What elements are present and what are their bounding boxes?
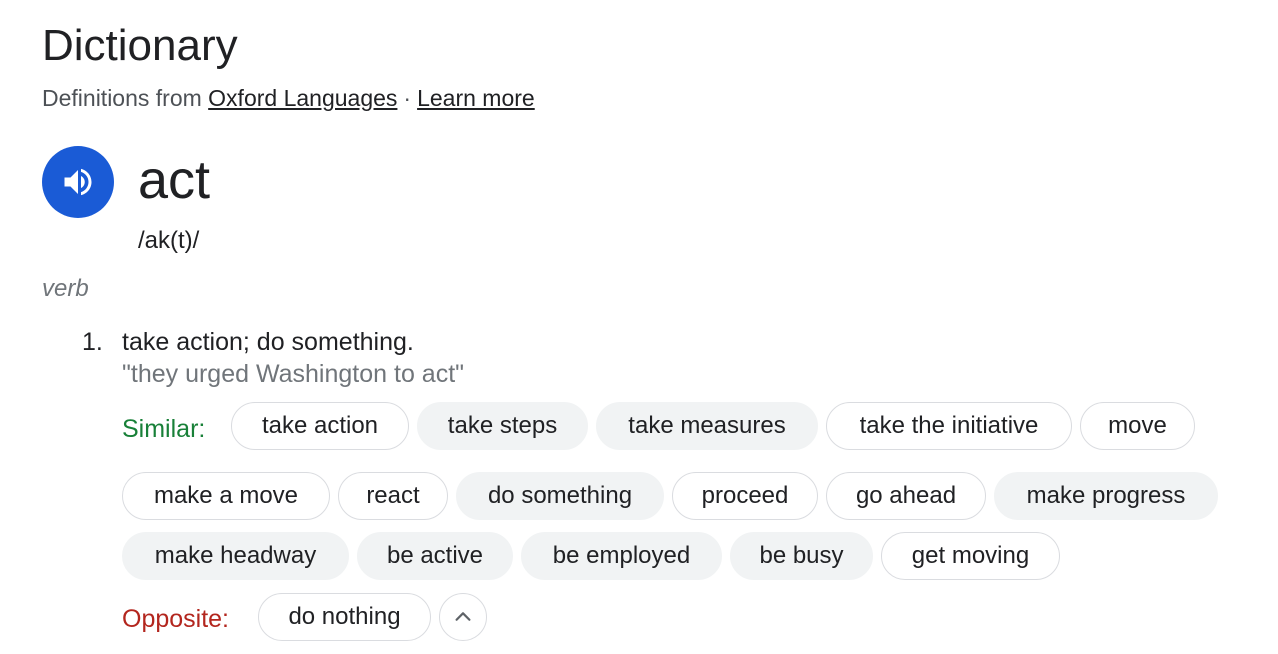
similar-chip[interactable]: react [338, 472, 448, 520]
sense-number: 1. [82, 328, 103, 356]
similar-chip[interactable]: take steps [417, 402, 588, 450]
opposite-label: Opposite: [122, 605, 230, 633]
similar-label: Similar: [122, 415, 206, 443]
similar-chip[interactable]: get moving [881, 532, 1060, 580]
similar-chip[interactable]: be employed [521, 532, 722, 580]
similar-chip[interactable]: take measures [596, 402, 818, 450]
similar-chip[interactable]: make progress [994, 472, 1218, 520]
pronounce-button[interactable] [42, 146, 114, 218]
similar-chip[interactable]: make headway [122, 532, 349, 580]
headword: act [138, 150, 211, 210]
collapse-button[interactable] [439, 593, 487, 641]
similar-chip[interactable]: go ahead [826, 472, 986, 520]
similar-chip[interactable]: take the initiative [826, 402, 1072, 450]
similar-chip[interactable]: take action [231, 402, 409, 450]
source-line: Definitions from Oxford Languages · Learn … [42, 84, 535, 112]
similar-chip[interactable]: be active [357, 532, 513, 580]
part-of-speech: verb [42, 275, 89, 302]
source-prefix: Definitions from [42, 85, 202, 111]
speaker-icon [64, 168, 92, 196]
similar-chip[interactable]: move [1080, 402, 1195, 450]
learn-more-link[interactable]: Learn more [417, 85, 535, 111]
sense-example: "they urged Washington to act" [122, 360, 465, 388]
similar-chip[interactable]: be busy [730, 532, 873, 580]
sense-definition: take action; do something. [122, 328, 414, 356]
phonetic: /ak(t)/ [138, 227, 200, 254]
oxford-languages-link[interactable]: Oxford Languages [208, 85, 397, 111]
similar-chip[interactable]: make a move [122, 472, 330, 520]
opposite-chip[interactable]: do nothing [258, 593, 431, 641]
dictionary-title: Dictionary [42, 21, 238, 70]
similar-chip[interactable]: proceed [672, 472, 818, 520]
separator-dot: · [403, 85, 412, 111]
chevron-up-icon [455, 612, 471, 621]
similar-chip[interactable]: do something [456, 472, 664, 520]
